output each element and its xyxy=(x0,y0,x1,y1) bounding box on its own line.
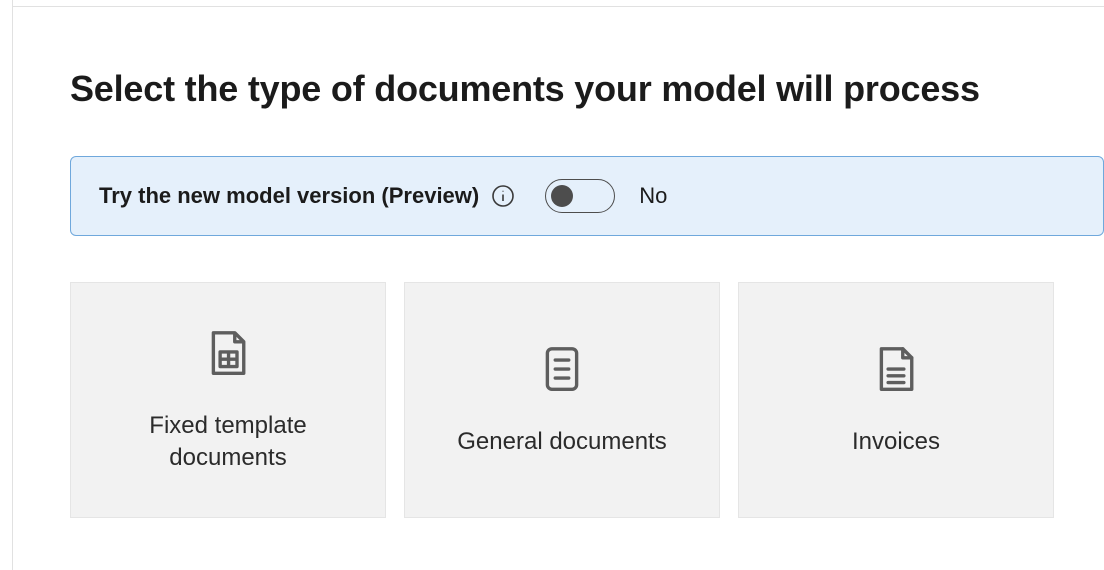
horizontal-divider xyxy=(12,6,1104,7)
card-label: Invoices xyxy=(852,426,940,458)
fixed-template-icon xyxy=(201,326,255,380)
card-invoices[interactable]: Invoices xyxy=(738,282,1054,518)
page-title: Select the type of documents your model … xyxy=(70,68,1104,110)
preview-banner: Try the new model version (Preview) No xyxy=(70,156,1104,236)
card-label: Fixed template documents xyxy=(91,410,365,475)
card-general-documents[interactable]: General documents xyxy=(404,282,720,518)
toggle-knob xyxy=(551,185,573,207)
card-fixed-template[interactable]: Fixed template documents xyxy=(70,282,386,518)
banner-label: Try the new model version (Preview) xyxy=(99,183,479,209)
toggle-state-label: No xyxy=(639,183,667,209)
vertical-divider xyxy=(12,0,13,570)
general-documents-icon xyxy=(535,342,589,396)
card-label: General documents xyxy=(457,426,666,458)
info-icon[interactable] xyxy=(491,184,515,208)
invoices-icon xyxy=(869,342,923,396)
preview-toggle[interactable] xyxy=(545,179,615,213)
document-type-cards: Fixed template documents General documen… xyxy=(70,282,1104,518)
